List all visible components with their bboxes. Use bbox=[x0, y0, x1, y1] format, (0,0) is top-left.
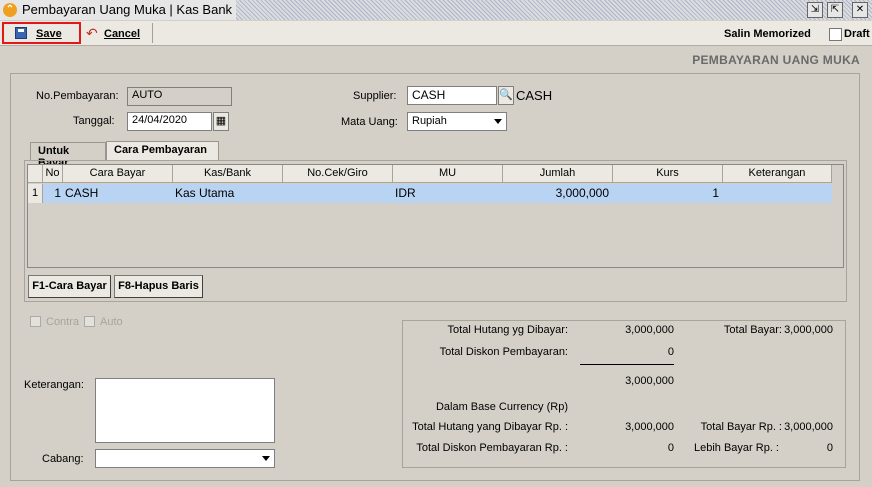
column-header-kas-bank[interactable]: Kas/Bank bbox=[173, 165, 283, 183]
total-bayar-value: 3,000,000 bbox=[784, 324, 833, 336]
tab-untuk-bayar[interactable]: Untuk Bayar bbox=[30, 142, 106, 169]
contra-label: Contra bbox=[46, 316, 80, 328]
column-header-no-cek-giro[interactable]: No.Cek/Giro bbox=[283, 165, 393, 183]
column-header-kurs[interactable]: Kurs bbox=[613, 165, 723, 183]
row-indicator[interactable]: 1 bbox=[28, 184, 43, 203]
cancel-button[interactable]: Cancel bbox=[104, 28, 140, 40]
base-currency-label: Dalam Base Currency (Rp) bbox=[435, 401, 568, 413]
auto-checkbox[interactable] bbox=[84, 316, 95, 327]
app-icon: ⌃ bbox=[3, 3, 17, 17]
window-title: Pembayaran Uang Muka | Kas Bank bbox=[22, 2, 233, 17]
tanggal-label: Tanggal: bbox=[73, 115, 115, 127]
salin-memorized-button[interactable]: Salin Memorized bbox=[724, 28, 811, 40]
total-hutang-value: 3,000,000 bbox=[625, 324, 674, 336]
auto-label: Auto bbox=[100, 316, 123, 328]
supplier-label: Supplier: bbox=[353, 90, 397, 102]
floppy-disk-icon bbox=[15, 27, 27, 39]
cara-bayar-button[interactable]: F1-Cara Bayar bbox=[28, 275, 111, 298]
total-diskon-rp-label: Total Diskon Pembayaran Rp. : bbox=[416, 442, 568, 454]
mata-uang-select[interactable]: Rupiah bbox=[407, 112, 507, 131]
cell-keterangan[interactable] bbox=[725, 184, 830, 203]
keterangan-label: Keterangan: bbox=[24, 379, 84, 391]
column-header-no[interactable]: No bbox=[43, 165, 63, 183]
restore-icon[interactable]: ⇲ bbox=[807, 2, 823, 18]
total-bayar-rp-label: Total Bayar Rp. : bbox=[700, 421, 782, 433]
close-icon[interactable]: ✕ bbox=[852, 2, 868, 18]
cell-cara-bayar[interactable]: CASH bbox=[65, 184, 170, 203]
column-header-mu[interactable]: MU bbox=[393, 165, 503, 183]
cell-jumlah[interactable]: 3,000,000 bbox=[503, 184, 609, 203]
cell-kurs[interactable]: 1 bbox=[613, 184, 719, 203]
tanggal-field[interactable]: 24/04/2020 bbox=[127, 112, 212, 131]
total-diskon-rp-value: 0 bbox=[667, 442, 674, 454]
save-label[interactable]: Save bbox=[36, 28, 62, 40]
total-diskon-label: Total Diskon Pembayaran: bbox=[439, 346, 568, 358]
maximize-icon[interactable]: ⇱ bbox=[827, 2, 843, 18]
toolbar-separator bbox=[152, 23, 153, 43]
draft-checkbox[interactable] bbox=[829, 28, 842, 41]
subtotal-value: 3,000,000 bbox=[625, 375, 674, 387]
cabang-select[interactable] bbox=[95, 449, 275, 468]
cell-no-cek-giro[interactable] bbox=[285, 184, 390, 203]
chevron-down-icon bbox=[494, 119, 502, 124]
no-pembayaran-field: AUTO bbox=[127, 87, 232, 106]
mata-uang-value: Rupiah bbox=[412, 115, 447, 127]
tab-cara-pembayaran[interactable]: Cara Pembayaran bbox=[106, 141, 219, 160]
chevron-down-icon bbox=[262, 456, 270, 461]
cabang-label: Cabang: bbox=[42, 453, 84, 465]
total-bayar-label: Total Bayar: bbox=[723, 324, 782, 336]
keterangan-textarea[interactable] bbox=[95, 378, 275, 443]
column-header-jumlah[interactable]: Jumlah bbox=[503, 165, 613, 183]
total-diskon-value: 0 bbox=[667, 346, 674, 358]
total-hutang-label: Total Hutang yg Dibayar: bbox=[447, 324, 568, 336]
total-hutang-rp-label: Total Hutang yang Dibayar Rp. : bbox=[412, 421, 568, 433]
search-icon[interactable]: 🔍 bbox=[498, 86, 514, 105]
no-pembayaran-label: No.Pembayaran: bbox=[36, 90, 119, 102]
cell-kas-bank[interactable]: Kas Utama bbox=[175, 184, 280, 203]
lebih-bayar-rp-value: 0 bbox=[826, 442, 833, 454]
supplier-name: CASH bbox=[516, 88, 553, 103]
contra-checkbox[interactable] bbox=[30, 316, 41, 327]
page-heading: PEMBAYARAN UANG MUKA bbox=[692, 53, 860, 67]
hapus-baris-button[interactable]: F8-Hapus Baris bbox=[114, 275, 203, 298]
calendar-icon[interactable]: ▦ bbox=[213, 112, 229, 131]
cell-mu[interactable]: IDR bbox=[395, 184, 500, 203]
column-header-cara-bayar[interactable]: Cara Bayar bbox=[63, 165, 173, 183]
cell-no[interactable]: 1 bbox=[43, 184, 61, 203]
mata-uang-label: Mata Uang: bbox=[341, 116, 398, 128]
total-hutang-rp-value: 3,000,000 bbox=[625, 421, 674, 433]
grid-corner bbox=[28, 165, 43, 183]
undo-arrow-icon[interactable]: ↶ bbox=[86, 25, 98, 42]
total-bayar-rp-value: 3,000,000 bbox=[784, 421, 833, 433]
column-header-keterangan[interactable]: Keterangan bbox=[723, 165, 832, 183]
draft-label: Draft bbox=[844, 28, 870, 40]
supplier-field[interactable]: CASH bbox=[407, 86, 497, 105]
subtotal-divider bbox=[580, 364, 674, 365]
lebih-bayar-rp-label: Lebih Bayar Rp. : bbox=[694, 442, 779, 454]
